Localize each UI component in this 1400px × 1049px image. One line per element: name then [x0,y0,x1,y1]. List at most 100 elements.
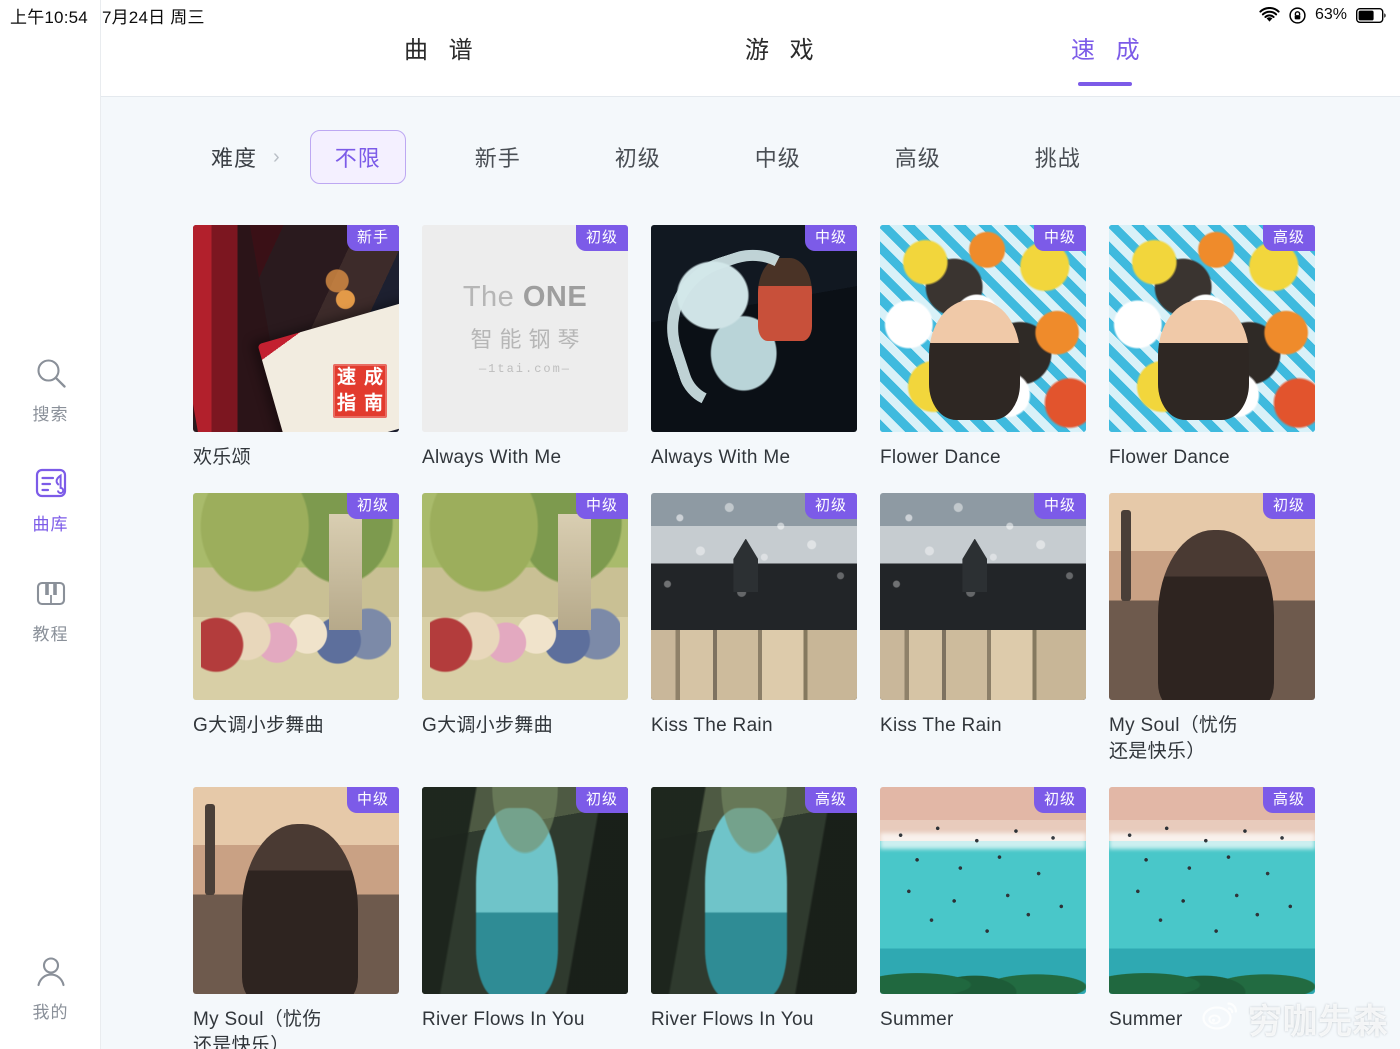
song-artwork: The ONE 智能钢琴 —1tai.com— [422,225,628,432]
song-artwork [193,493,399,700]
sidebar-item-tutorial[interactable]: 教程 [0,575,101,645]
song-title: Summer [1109,1009,1183,1030]
filter-chip-advanced[interactable]: 高级 [870,130,966,184]
tab-label: 曲 谱 [404,37,480,64]
song-thumbnail[interactable]: 中级 [422,493,628,700]
difficulty-badge: 高级 [1262,787,1315,814]
song-title: My Soul（忧伤 还是快乐） [193,1009,322,1049]
difficulty-badge: 初级 [1033,787,1086,814]
beach-crowd-dots [880,815,1086,953]
tab-underline [411,82,465,86]
difficulty-badge: 中级 [346,787,399,814]
beach-crowd-dots [1109,815,1315,953]
song-card-grid: 新手速成指南欢乐颂 The ONE 智能钢琴 —1tai.com— 初级 Always W… [193,225,1400,1049]
song-title: G大调小步舞曲 [193,715,324,736]
piano-keys-icon [33,575,69,611]
song-card[interactable]: 中级 Kiss The Rain [880,493,1086,765]
tab-crash-course[interactable]: 速 成 [1064,34,1147,96]
brand-logo-line1: The ONE [462,281,588,313]
stamp-char: 成 [363,367,383,388]
song-thumbnail[interactable]: 中级 [651,225,857,432]
difficulty-badge: 中级 [1033,225,1086,252]
difficulty-badge: 高级 [804,787,857,814]
tab-underline [1078,82,1133,86]
song-artwork [193,787,399,994]
song-thumbnail[interactable]: 中级 [880,493,1086,700]
song-thumbnail[interactable]: 初级 [193,493,399,700]
sidebar-item-library[interactable]: 曲库 [0,465,101,535]
song-thumbnail[interactable]: 初级 [880,787,1086,994]
song-card[interactable]: 中级 G大调小步舞曲 [422,493,628,765]
filter-chip-all[interactable]: 不限 [309,130,406,184]
song-title: Flower Dance [880,447,1001,468]
filter-label: 难度 [211,146,258,171]
filter-chip-intermediate[interactable]: 中级 [730,130,826,184]
song-title: 欢乐颂 [193,447,251,468]
song-card[interactable]: 中级 Flower Dance [880,225,1086,471]
difficulty-badge: 中级 [575,493,628,520]
song-card[interactable]: The ONE 智能钢琴 —1tai.com— 初级 Always With Me [422,225,628,471]
song-thumbnail[interactable]: 中级 [880,225,1086,432]
song-artwork [880,493,1086,700]
top-tab-bar: 曲 谱 游 戏 速 成 [101,0,1400,97]
song-card[interactable]: 初级 Summer [880,787,1086,1049]
song-title: River Flows In You [422,1009,585,1030]
main-pane: 曲 谱 游 戏 速 成 难度 › 不限 新手 初级 中级 高级 挑战 新手 速 … [101,0,1400,1049]
song-thumbnail[interactable]: The ONE 智能钢琴 —1tai.com— 初级 [422,225,628,432]
song-card[interactable]: 新手速成指南欢乐颂 [193,225,399,471]
tab-underline [752,82,806,86]
difficulty-badge: 初级 [1262,493,1315,520]
song-thumbnail[interactable]: 高级 [651,787,857,994]
sidebar-item-label: 曲库 [32,515,69,534]
difficulty-filter-row: 难度 › 不限 新手 初级 中级 高级 挑战 [101,97,1400,217]
difficulty-badge: 高级 [1262,225,1315,252]
song-card[interactable]: 初级 G大调小步舞曲 [193,493,399,765]
stamp-char: 南 [363,393,383,414]
music-library-icon [33,465,69,501]
filter-chip-beginner[interactable]: 新手 [450,130,546,184]
sidebar-item-search[interactable]: 搜索 [0,355,101,425]
song-card[interactable]: 初级 River Flows In You [422,787,628,1049]
sidebar-item-profile[interactable]: 我的 [0,953,101,1023]
difficulty-badge: 中级 [804,225,857,252]
song-artwork [422,493,628,700]
song-card[interactable]: 中级 My Soul（忧伤 还是快乐） [193,787,399,1049]
difficulty-badge: 初级 [346,493,399,520]
song-thumbnail[interactable]: 初级 [1109,493,1315,700]
song-card[interactable]: 初级 Kiss The Rain [651,493,857,765]
sidebar-item-label: 教程 [32,625,69,644]
song-card[interactable]: 高级 Summer [1109,787,1315,1049]
stamp-char: 指 [336,393,356,414]
song-title: My Soul（忧伤 还是快乐） [1109,715,1238,762]
brand-logo-line3: —1tai.com— [478,362,571,376]
song-thumbnail[interactable]: 初级 [422,787,628,994]
sidebar: 搜索 曲库 教程 我的 [0,0,101,1049]
song-title: Kiss The Rain [651,715,773,736]
song-card[interactable]: 高级 River Flows In You [651,787,857,1049]
song-card[interactable]: 中级 Always With Me [651,225,857,471]
difficulty-badge: 初级 [575,225,628,252]
person-icon [33,953,69,989]
sidebar-profile-area: 我的 [0,953,101,1023]
sidebar-item-label: 搜索 [32,405,69,424]
sidebar-main-items: 搜索 曲库 教程 [0,355,101,645]
song-card[interactable]: 高级 Flower Dance [1109,225,1315,471]
filter-chip-challenge[interactable]: 挑战 [1010,130,1106,184]
song-thumbnail[interactable]: 新手速成指南 [193,225,399,432]
song-thumbnail[interactable]: 高级 [1109,225,1315,432]
search-icon [33,355,69,391]
difficulty-badge: 新手 [346,225,399,252]
brand-logo-line2: 智能钢琴 [470,327,587,352]
song-thumbnail[interactable]: 中级 [193,787,399,994]
song-thumbnail[interactable]: 高级 [1109,787,1315,994]
song-artwork [1109,493,1315,700]
filter-chip-elementary[interactable]: 初级 [590,130,686,184]
tab-games[interactable]: 游 戏 [738,34,821,96]
song-title: Always With Me [651,447,791,468]
song-title: Kiss The Rain [880,715,1002,736]
tab-sheet-music[interactable]: 曲 谱 [397,34,480,96]
tab-list: 曲 谱 游 戏 速 成 [101,34,1400,96]
chevron-right-icon: › [273,145,280,168]
song-card[interactable]: 初级 My Soul（忧伤 还是快乐） [1109,493,1315,765]
song-thumbnail[interactable]: 初级 [651,493,857,700]
